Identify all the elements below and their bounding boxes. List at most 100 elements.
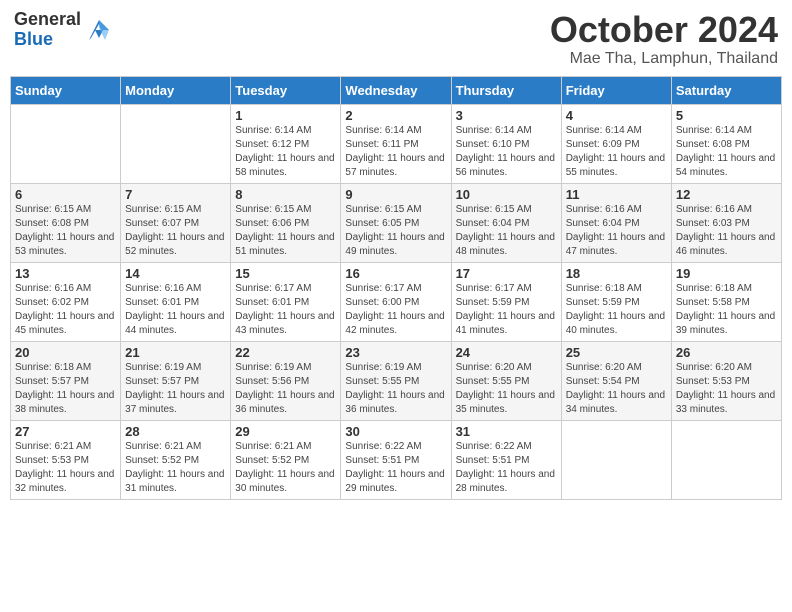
day-number: 9 — [345, 187, 446, 202]
calendar-cell: 8Sunrise: 6:15 AM Sunset: 6:06 PM Daylig… — [231, 183, 341, 262]
calendar-cell — [561, 420, 671, 499]
calendar-cell: 25Sunrise: 6:20 AM Sunset: 5:54 PM Dayli… — [561, 341, 671, 420]
calendar-cell: 15Sunrise: 6:17 AM Sunset: 6:01 PM Dayli… — [231, 262, 341, 341]
day-number: 26 — [676, 345, 777, 360]
calendar-cell: 7Sunrise: 6:15 AM Sunset: 6:07 PM Daylig… — [121, 183, 231, 262]
day-of-week-header: SundayMondayTuesdayWednesdayThursdayFrid… — [11, 76, 782, 104]
calendar-week-3: 13Sunrise: 6:16 AM Sunset: 6:02 PM Dayli… — [11, 262, 782, 341]
page-header: General Blue October 2024 Mae Tha, Lamph… — [10, 10, 782, 68]
day-number: 7 — [125, 187, 226, 202]
day-info: Sunrise: 6:19 AM Sunset: 5:57 PM Dayligh… — [125, 361, 226, 417]
calendar-cell: 29Sunrise: 6:21 AM Sunset: 5:52 PM Dayli… — [231, 420, 341, 499]
day-info: Sunrise: 6:20 AM Sunset: 5:54 PM Dayligh… — [566, 361, 667, 417]
day-number: 13 — [15, 266, 116, 281]
calendar-cell — [671, 420, 781, 499]
calendar-cell: 21Sunrise: 6:19 AM Sunset: 5:57 PM Dayli… — [121, 341, 231, 420]
calendar-cell: 22Sunrise: 6:19 AM Sunset: 5:56 PM Dayli… — [231, 341, 341, 420]
calendar-cell: 9Sunrise: 6:15 AM Sunset: 6:05 PM Daylig… — [341, 183, 451, 262]
calendar-week-1: 1Sunrise: 6:14 AM Sunset: 6:12 PM Daylig… — [11, 104, 782, 183]
day-number: 1 — [235, 108, 336, 123]
day-info: Sunrise: 6:14 AM Sunset: 6:12 PM Dayligh… — [235, 124, 336, 180]
day-info: Sunrise: 6:22 AM Sunset: 5:51 PM Dayligh… — [456, 440, 557, 496]
calendar-cell: 30Sunrise: 6:22 AM Sunset: 5:51 PM Dayli… — [341, 420, 451, 499]
logo-text: General Blue — [14, 10, 81, 50]
day-number: 5 — [676, 108, 777, 123]
calendar-body: 1Sunrise: 6:14 AM Sunset: 6:12 PM Daylig… — [11, 104, 782, 499]
day-info: Sunrise: 6:19 AM Sunset: 5:55 PM Dayligh… — [345, 361, 446, 417]
day-number: 6 — [15, 187, 116, 202]
day-info: Sunrise: 6:17 AM Sunset: 6:01 PM Dayligh… — [235, 282, 336, 338]
day-info: Sunrise: 6:22 AM Sunset: 5:51 PM Dayligh… — [345, 440, 446, 496]
calendar-cell: 24Sunrise: 6:20 AM Sunset: 5:55 PM Dayli… — [451, 341, 561, 420]
day-info: Sunrise: 6:20 AM Sunset: 5:53 PM Dayligh… — [676, 361, 777, 417]
day-info: Sunrise: 6:15 AM Sunset: 6:06 PM Dayligh… — [235, 203, 336, 259]
calendar-cell: 12Sunrise: 6:16 AM Sunset: 6:03 PM Dayli… — [671, 183, 781, 262]
day-number: 28 — [125, 424, 226, 439]
day-info: Sunrise: 6:21 AM Sunset: 5:52 PM Dayligh… — [235, 440, 336, 496]
day-number: 19 — [676, 266, 777, 281]
calendar-cell: 13Sunrise: 6:16 AM Sunset: 6:02 PM Dayli… — [11, 262, 121, 341]
calendar-cell: 1Sunrise: 6:14 AM Sunset: 6:12 PM Daylig… — [231, 104, 341, 183]
day-info: Sunrise: 6:15 AM Sunset: 6:08 PM Dayligh… — [15, 203, 116, 259]
day-info: Sunrise: 6:20 AM Sunset: 5:55 PM Dayligh… — [456, 361, 557, 417]
day-of-week-sunday: Sunday — [11, 76, 121, 104]
calendar-cell: 11Sunrise: 6:16 AM Sunset: 6:04 PM Dayli… — [561, 183, 671, 262]
day-of-week-tuesday: Tuesday — [231, 76, 341, 104]
calendar-cell: 14Sunrise: 6:16 AM Sunset: 6:01 PM Dayli… — [121, 262, 231, 341]
day-number: 17 — [456, 266, 557, 281]
day-number: 21 — [125, 345, 226, 360]
day-number: 29 — [235, 424, 336, 439]
day-number: 30 — [345, 424, 446, 439]
day-of-week-friday: Friday — [561, 76, 671, 104]
day-info: Sunrise: 6:16 AM Sunset: 6:03 PM Dayligh… — [676, 203, 777, 259]
day-of-week-wednesday: Wednesday — [341, 76, 451, 104]
title-area: October 2024 Mae Tha, Lamphun, Thailand — [550, 10, 778, 68]
calendar-cell: 19Sunrise: 6:18 AM Sunset: 5:58 PM Dayli… — [671, 262, 781, 341]
calendar-cell: 6Sunrise: 6:15 AM Sunset: 6:08 PM Daylig… — [11, 183, 121, 262]
day-info: Sunrise: 6:15 AM Sunset: 6:07 PM Dayligh… — [125, 203, 226, 259]
day-info: Sunrise: 6:16 AM Sunset: 6:04 PM Dayligh… — [566, 203, 667, 259]
day-number: 20 — [15, 345, 116, 360]
calendar-cell: 18Sunrise: 6:18 AM Sunset: 5:59 PM Dayli… — [561, 262, 671, 341]
day-number: 2 — [345, 108, 446, 123]
day-info: Sunrise: 6:19 AM Sunset: 5:56 PM Dayligh… — [235, 361, 336, 417]
day-info: Sunrise: 6:17 AM Sunset: 6:00 PM Dayligh… — [345, 282, 446, 338]
day-info: Sunrise: 6:15 AM Sunset: 6:04 PM Dayligh… — [456, 203, 557, 259]
day-number: 31 — [456, 424, 557, 439]
logo-icon — [85, 16, 113, 44]
calendar-table: SundayMondayTuesdayWednesdayThursdayFrid… — [10, 76, 782, 500]
day-number: 12 — [676, 187, 777, 202]
day-number: 4 — [566, 108, 667, 123]
day-of-week-thursday: Thursday — [451, 76, 561, 104]
calendar-cell: 4Sunrise: 6:14 AM Sunset: 6:09 PM Daylig… — [561, 104, 671, 183]
calendar-week-2: 6Sunrise: 6:15 AM Sunset: 6:08 PM Daylig… — [11, 183, 782, 262]
day-info: Sunrise: 6:18 AM Sunset: 5:59 PM Dayligh… — [566, 282, 667, 338]
calendar-cell: 20Sunrise: 6:18 AM Sunset: 5:57 PM Dayli… — [11, 341, 121, 420]
day-info: Sunrise: 6:18 AM Sunset: 5:57 PM Dayligh… — [15, 361, 116, 417]
calendar-cell: 3Sunrise: 6:14 AM Sunset: 6:10 PM Daylig… — [451, 104, 561, 183]
location: Mae Tha, Lamphun, Thailand — [550, 50, 778, 68]
day-number: 27 — [15, 424, 116, 439]
calendar-week-5: 27Sunrise: 6:21 AM Sunset: 5:53 PM Dayli… — [11, 420, 782, 499]
month-title: October 2024 — [550, 10, 778, 50]
day-number: 10 — [456, 187, 557, 202]
calendar-cell — [11, 104, 121, 183]
day-info: Sunrise: 6:14 AM Sunset: 6:10 PM Dayligh… — [456, 124, 557, 180]
calendar-cell: 23Sunrise: 6:19 AM Sunset: 5:55 PM Dayli… — [341, 341, 451, 420]
day-info: Sunrise: 6:18 AM Sunset: 5:58 PM Dayligh… — [676, 282, 777, 338]
day-number: 11 — [566, 187, 667, 202]
day-number: 18 — [566, 266, 667, 281]
day-info: Sunrise: 6:14 AM Sunset: 6:09 PM Dayligh… — [566, 124, 667, 180]
calendar-cell: 10Sunrise: 6:15 AM Sunset: 6:04 PM Dayli… — [451, 183, 561, 262]
day-info: Sunrise: 6:17 AM Sunset: 5:59 PM Dayligh… — [456, 282, 557, 338]
day-number: 23 — [345, 345, 446, 360]
calendar-cell: 17Sunrise: 6:17 AM Sunset: 5:59 PM Dayli… — [451, 262, 561, 341]
calendar-cell: 31Sunrise: 6:22 AM Sunset: 5:51 PM Dayli… — [451, 420, 561, 499]
day-number: 22 — [235, 345, 336, 360]
day-info: Sunrise: 6:21 AM Sunset: 5:52 PM Dayligh… — [125, 440, 226, 496]
day-info: Sunrise: 6:16 AM Sunset: 6:02 PM Dayligh… — [15, 282, 116, 338]
logo-general: General — [14, 10, 81, 30]
day-number: 14 — [125, 266, 226, 281]
day-info: Sunrise: 6:15 AM Sunset: 6:05 PM Dayligh… — [345, 203, 446, 259]
day-of-week-saturday: Saturday — [671, 76, 781, 104]
